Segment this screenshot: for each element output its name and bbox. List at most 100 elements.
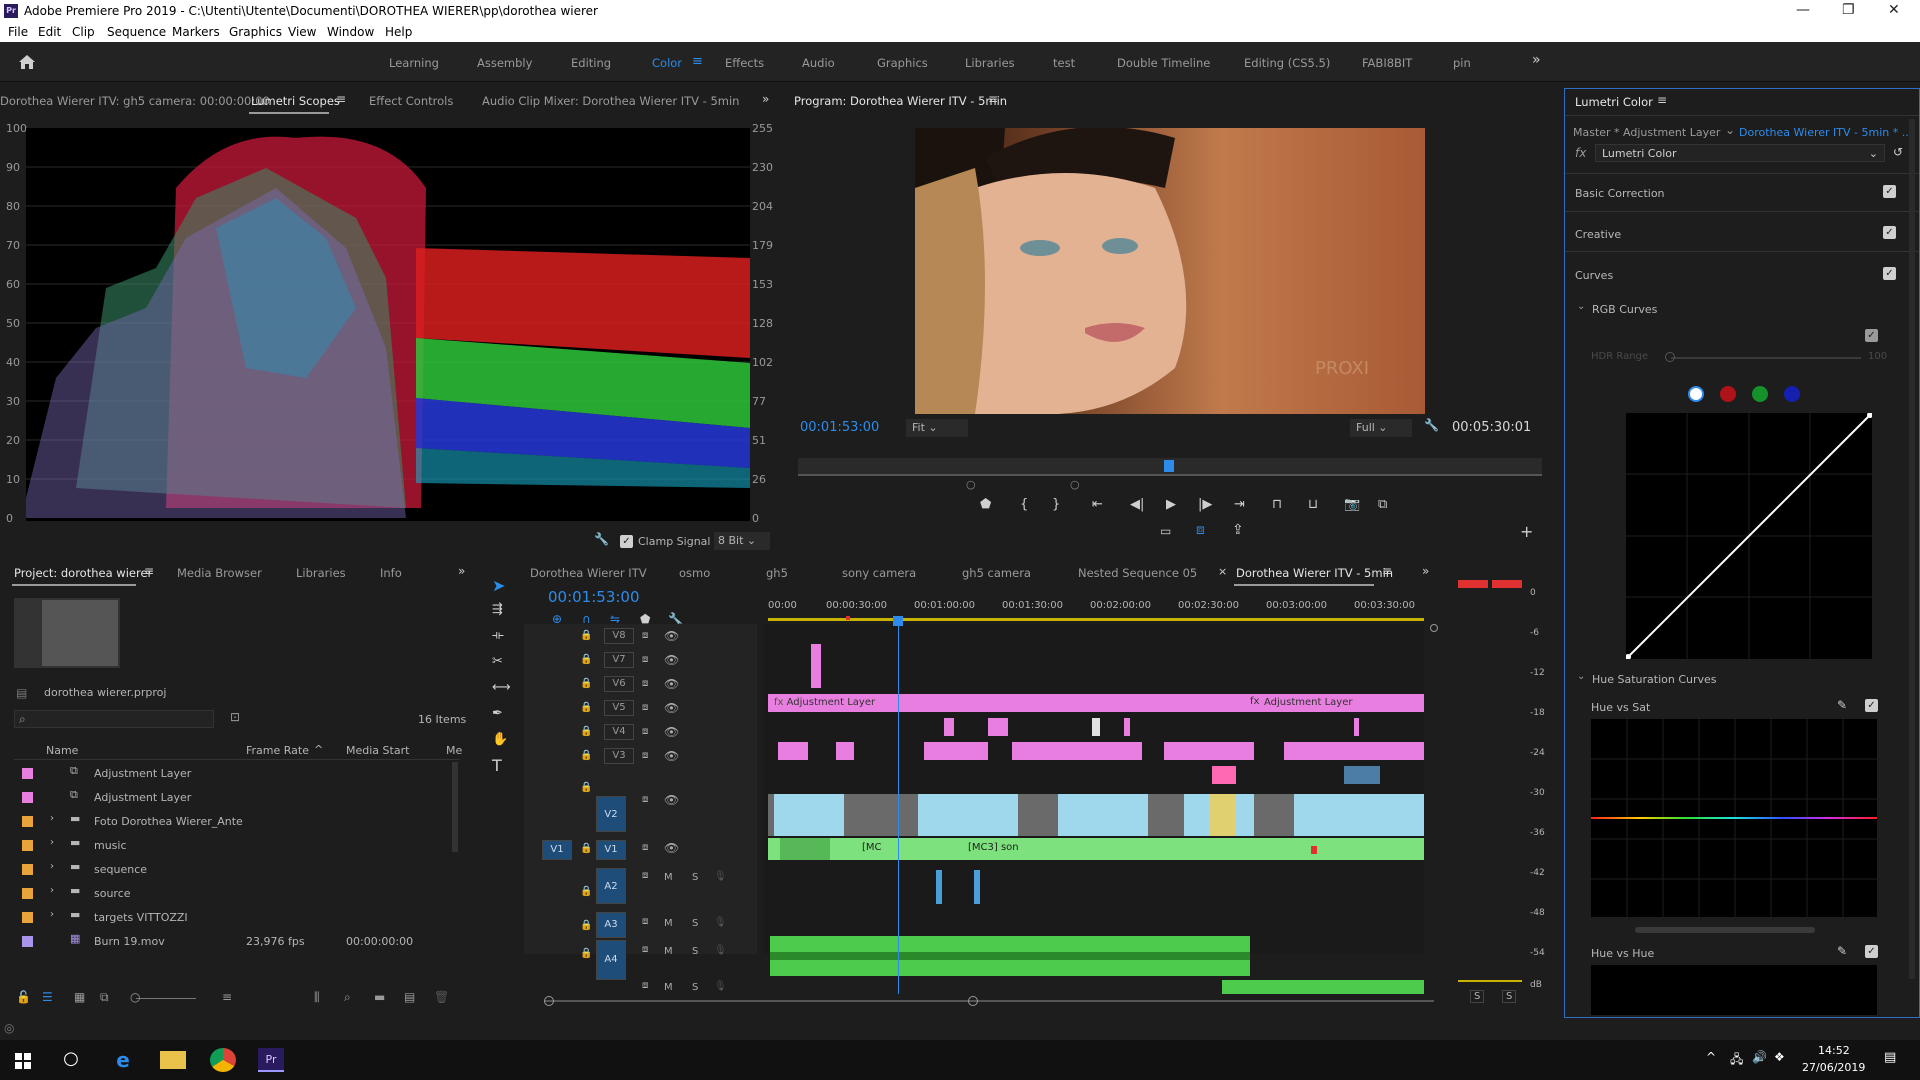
multicam-icon[interactable]: ⧈ [1196,522,1205,538]
workspace-pin[interactable]: pin [1453,56,1471,70]
panel-menu-icon[interactable]: ≡ [988,92,998,106]
creative-checkbox[interactable]: ✓ [1883,226,1896,239]
clip-v3[interactable] [1212,766,1236,784]
clip-v5[interactable] [988,718,1008,736]
hdr-range-slider[interactable] [1671,357,1861,359]
lock-icon[interactable]: 🔒 [580,630,592,641]
panel-menu-icon[interactable]: ≡ [144,564,154,578]
lock-icon[interactable]: 🔒 [580,843,592,854]
list-view-icon[interactable]: ☰ [42,990,53,1004]
close-icon[interactable]: ✕ [1888,2,1900,18]
eye-icon[interactable]: 👁 [664,701,679,715]
clip-v5[interactable] [1354,718,1359,736]
work-area-bar[interactable] [768,618,1424,621]
clip-a5[interactable] [1222,980,1424,994]
solo-right-button[interactable]: S [1502,990,1517,1003]
mute-button[interactable]: M [664,918,673,929]
clip-v4[interactable] [836,742,854,760]
column-media-end[interactable]: Me [446,744,462,757]
chevron-down-icon[interactable]: ⌄ [1725,123,1735,137]
close-tab-icon[interactable]: × [1218,565,1227,578]
tab-lumetri-scopes[interactable]: Lumetri Scopes [251,94,340,108]
sync-lock-icon[interactable]: ⧈ [642,678,648,689]
track-label[interactable]: V8 [604,628,634,644]
file-explorer-icon[interactable] [160,1051,186,1069]
section-creative[interactable]: Creative [1575,228,1621,241]
reset-icon[interactable]: ↺ [1893,145,1903,159]
timeline-scrollbar[interactable] [544,1000,1434,1002]
chrome-icon[interactable] [210,1048,236,1072]
scroll-handle-left[interactable]: ○ [966,478,976,491]
maximize-icon[interactable]: ❐ [1842,2,1855,18]
track-select-tool-icon[interactable]: ⇶ [492,602,503,617]
panel-menu-icon[interactable]: ≡ [1382,564,1392,578]
column-media-start[interactable]: Media Start [346,744,409,757]
clip-v4[interactable] [1284,742,1424,760]
button-editor-icon[interactable]: + [1520,522,1533,541]
windows-start-icon[interactable] [10,1048,36,1072]
track-label[interactable]: V3 [604,748,634,764]
sync-lock-icon[interactable]: ⧈ [642,702,648,713]
tab-sequence-6[interactable]: Nested Sequence 05 [1078,566,1197,580]
menu-help[interactable]: Help [385,25,412,39]
list-item[interactable]: ▦ Burn 19.mov 23,976 fps 00:00:00:00 [14,930,454,954]
clip-v4[interactable] [1164,742,1254,760]
sync-lock-icon[interactable]: ⧈ [642,750,648,761]
workspace-fabi8bit[interactable]: FABI8BIT [1362,56,1412,70]
playhead[interactable] [1164,460,1174,472]
clip-a2[interactable] [974,870,980,904]
clip-v4[interactable] [924,742,988,760]
tab-source[interactable]: Dorothea Wierer ITV: gh5 camera: 00:00:0… [0,94,270,108]
chevron-right-icon[interactable]: › [50,837,54,848]
sync-lock-icon[interactable]: ⧈ [642,842,648,853]
vr-video-icon[interactable]: ▭ [1160,524,1171,538]
clip-v4[interactable] [778,742,808,760]
menu-edit[interactable]: Edit [38,25,61,39]
notifications-icon[interactable]: ▤ [1884,1050,1896,1065]
panel-overflow-icon[interactable]: » [762,92,769,106]
chevron-right-icon[interactable]: › [50,909,54,920]
blue-channel-button[interactable] [1784,386,1800,402]
column-name[interactable]: Name [46,744,78,757]
eye-icon[interactable]: 👁 [664,629,679,643]
zoom-scrollbar[interactable] [798,474,1542,476]
trash-icon[interactable]: 🗑 [434,990,449,1004]
step-forward-icon[interactable]: |▶ [1198,497,1212,512]
luma-channel-button[interactable] [1688,386,1704,402]
bit-depth-select[interactable]: 8 Bit ⌄ [714,532,770,550]
home-icon[interactable] [18,54,36,70]
workspace-libraries[interactable]: Libraries [965,56,1015,70]
menu-clip[interactable]: Clip [72,25,95,39]
lock-icon[interactable]: 🔒 [580,948,592,959]
list-item[interactable]: › ▬ sequence [14,858,454,882]
add-marker-icon[interactable]: ⬟ [980,497,991,512]
eyedropper-icon[interactable]: ✎ [1837,944,1847,958]
tab-project[interactable]: Project: dorothea wierer [14,566,152,580]
track-label[interactable]: A2 [596,868,626,904]
hue-vs-sat-checkbox[interactable]: ✓ [1865,699,1878,712]
clip-v2[interactable] [1294,794,1424,836]
tray-chevron-icon[interactable]: ^ [1706,1050,1716,1064]
slip-tool-icon[interactable]: ⟷ [492,680,511,695]
clip-v2[interactable] [774,794,844,836]
chevron-right-icon[interactable]: › [50,813,54,824]
track-label[interactable]: V5 [604,700,634,716]
mic-icon[interactable]: 🎙 [714,945,727,956]
clip-v1[interactable] [780,838,830,860]
solo-left-button[interactable]: S [1470,990,1485,1003]
mic-icon[interactable]: 🎙 [714,871,727,882]
ripple-edit-tool-icon[interactable]: ⟛ [492,628,504,643]
track-label[interactable]: A3 [596,912,626,938]
play-icon[interactable]: ▶ [1166,497,1176,512]
hue-vs-hue-graph[interactable] [1591,965,1877,1015]
scroll-handle-right[interactable]: ○ [1070,478,1080,491]
lock-icon[interactable]: 🔒 [580,886,592,897]
panel-overflow-icon[interactable]: » [458,564,465,578]
wrench-icon[interactable]: 🔧 [594,532,609,546]
scroll-handle-icon[interactable] [1430,624,1438,632]
freeform-view-icon[interactable]: ⧉ [100,990,109,1005]
step-back-icon[interactable]: ◀| [1130,497,1144,512]
menu-view[interactable]: View [288,25,316,39]
hue-vs-hue-checkbox[interactable]: ✓ [1865,945,1878,958]
panel-menu-icon[interactable]: ≡ [336,92,346,106]
